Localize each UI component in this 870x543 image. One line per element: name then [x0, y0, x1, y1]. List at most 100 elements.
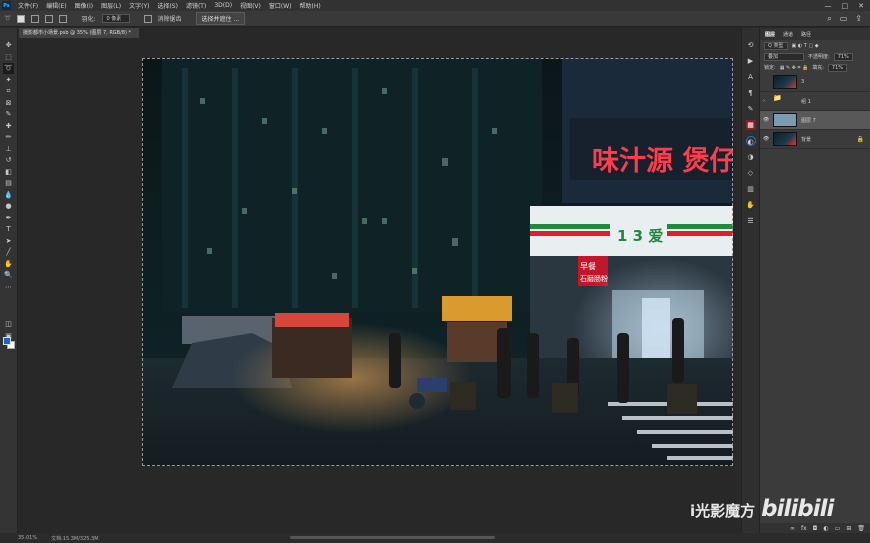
folder-icon: 📁 — [773, 94, 782, 102]
add-selection-icon[interactable] — [31, 14, 40, 23]
marquee-tool-icon[interactable]: ⬚ — [3, 52, 14, 63]
character-panel-icon[interactable]: A — [746, 72, 756, 82]
move-tool-icon[interactable]: ✥ — [3, 40, 14, 51]
layer-filter-dropdown[interactable]: Q 类型 — [764, 41, 788, 50]
crop-tool-icon[interactable]: ⌗ — [3, 86, 14, 97]
menu-image[interactable]: 图像(I) — [71, 1, 97, 10]
history-panel-icon[interactable]: ⟲ — [746, 40, 756, 50]
frame-tool-icon[interactable]: ⊠ — [3, 98, 14, 109]
path-select-icon[interactable]: ➤ — [3, 236, 14, 247]
type-tool-icon[interactable]: T — [3, 224, 14, 235]
antialias-checkbox[interactable] — [143, 14, 152, 23]
properties-panel-icon[interactable]: ◇ — [746, 168, 756, 178]
eyedropper-icon[interactable]: ✎ — [3, 109, 14, 120]
swatches-panel-icon[interactable]: ▦ — [745, 120, 756, 130]
maximize-button[interactable]: □ — [842, 2, 849, 10]
menu-window[interactable]: 窗口(W) — [265, 1, 296, 10]
zoom-tool-icon[interactable]: 🔍 — [3, 270, 14, 281]
mask-icon[interactable]: ◘ — [813, 525, 818, 532]
layers-panel-tabs: 图层 通道 路径 — [760, 28, 870, 40]
menu-help[interactable]: 帮助(H) — [296, 1, 325, 10]
gradient-tool-icon[interactable]: ▤ — [3, 178, 14, 189]
menu-filter[interactable]: 滤镜(T) — [182, 1, 210, 10]
select-and-mask-button[interactable]: 选择并遮住 ... — [195, 12, 246, 25]
visibility-toggle[interactable]: › — [763, 98, 769, 104]
lock-icons[interactable]: ▦ ✎ ✥ ⌗ 🔒 — [780, 65, 809, 71]
eye-icon[interactable]: 👁 — [763, 136, 769, 142]
menu-select[interactable]: 选择(S) — [153, 1, 182, 10]
quick-mask-icon[interactable]: ◫ — [3, 319, 14, 330]
paragraph-panel-icon[interactable]: ¶ — [746, 88, 756, 98]
dodge-tool-icon[interactable]: ● — [3, 201, 14, 212]
night-street-photo: 味汁源 煲仔 1 3 爱 早餐 石磨肠粉 — [142, 58, 733, 466]
fx-icon[interactable]: fx — [801, 525, 807, 532]
styles-panel-icon[interactable]: ☰ — [746, 216, 756, 226]
menu-edit[interactable]: 编辑(E) — [42, 1, 70, 10]
layer-row[interactable]: 3 — [760, 73, 870, 92]
intersect-selection-icon[interactable] — [59, 14, 68, 23]
photo-canvas[interactable]: 味汁源 煲仔 1 3 爱 早餐 石磨肠粉 — [142, 58, 733, 466]
workspace-icon[interactable]: ▭ — [840, 14, 848, 24]
layer-name[interactable]: 3 — [801, 79, 870, 85]
color-panel-icon[interactable]: ◐ — [745, 136, 756, 146]
hand-tool-icon[interactable]: ✋ — [3, 259, 14, 270]
layer-row[interactable]: › 📁 组 1 — [760, 92, 870, 111]
new-layer-icon[interactable]: ⊞ — [846, 525, 851, 532]
eye-icon[interactable]: 👁 — [763, 117, 769, 123]
layer-thumbnail — [773, 132, 797, 146]
search-icon[interactable]: ⌕ — [827, 14, 831, 24]
more-tools-icon[interactable]: ⋯ — [3, 282, 14, 293]
trash-icon[interactable]: 🗑 — [857, 525, 865, 532]
eraser-tool-icon[interactable]: ◧ — [3, 167, 14, 178]
history-brush-icon[interactable]: ↺ — [3, 155, 14, 166]
menu-view[interactable]: 视图(V) — [236, 1, 265, 10]
bilibili-logo: bilibili — [761, 496, 834, 522]
menu-layer[interactable]: 图层(L) — [97, 1, 125, 10]
blend-mode-dropdown[interactable]: 叠加 — [764, 52, 804, 61]
zoom-level[interactable]: 35.01% — [18, 535, 37, 541]
libraries-panel-icon[interactable]: ▥ — [746, 184, 756, 194]
restaurant-neon-sign: 味汁源 煲仔 — [592, 146, 733, 177]
tab-channels[interactable]: 通道 — [783, 31, 793, 38]
layer-name[interactable]: 背景 — [801, 136, 853, 143]
hand-panel-icon[interactable]: ✋ — [746, 200, 756, 210]
stamp-tool-icon[interactable]: ⊥ — [3, 144, 14, 155]
share-icon[interactable]: ⇪ — [855, 14, 862, 24]
adjustments-panel-icon[interactable]: ◑ — [746, 152, 756, 162]
actions-panel-icon[interactable]: ▶ — [746, 56, 756, 66]
blur-tool-icon[interactable]: 💧 — [3, 190, 14, 201]
layer-row[interactable]: 👁 背景 🔒 — [760, 130, 870, 149]
layer-row[interactable]: 👁 图层 7 — [760, 111, 870, 130]
lasso-tool-icon[interactable]: ➰ — [3, 63, 14, 74]
layers-panel-footer: ∞ fx ◘ ◐ ▭ ⊞ 🗑 — [760, 523, 870, 533]
tab-layers[interactable]: 图层 — [765, 31, 775, 38]
lasso-tool-icon[interactable]: ➰ — [4, 15, 11, 22]
fill-input[interactable]: 71% — [827, 63, 848, 72]
pen-tool-icon[interactable]: ✒ — [3, 213, 14, 224]
horizontal-scrollbar[interactable] — [290, 536, 495, 539]
filter-icons[interactable]: ▣ ◐ T ▢ ◆ — [792, 43, 819, 49]
tab-paths[interactable]: 路径 — [801, 31, 811, 38]
adjustment-layer-icon[interactable]: ◐ — [823, 525, 828, 532]
close-button[interactable]: ✕ — [858, 2, 864, 10]
window-controls: — □ ✕ — [825, 2, 870, 10]
link-icon[interactable]: ∞ — [790, 525, 795, 532]
layer-name[interactable]: 组 1 — [801, 98, 870, 105]
line-tool-icon[interactable]: ╱ — [3, 247, 14, 258]
new-selection-icon[interactable] — [17, 14, 26, 23]
brush-tool-icon[interactable]: ✏ — [3, 132, 14, 143]
healing-brush-icon[interactable]: ✚ — [3, 121, 14, 132]
document-tab[interactable]: 摄影都市小场景.psb @ 35% (图层 7, RGB/8) * — [19, 28, 139, 38]
menu-type[interactable]: 文字(Y) — [125, 1, 153, 10]
brush-panel-icon[interactable]: ✎ — [746, 104, 756, 114]
minimize-button[interactable]: — — [825, 2, 832, 10]
new-group-icon[interactable]: ▭ — [835, 525, 841, 532]
feather-input[interactable]: 0 像素 — [101, 14, 130, 23]
subtract-selection-icon[interactable] — [45, 14, 54, 23]
foreground-color-swatch[interactable] — [3, 337, 11, 345]
opacity-input[interactable]: 71% — [833, 52, 853, 61]
menu-file[interactable]: 文件(F) — [14, 1, 42, 10]
layer-name[interactable]: 图层 7 — [801, 117, 870, 124]
menu-3d[interactable]: 3D(D) — [210, 2, 236, 9]
magic-wand-icon[interactable]: ✦ — [3, 75, 14, 86]
